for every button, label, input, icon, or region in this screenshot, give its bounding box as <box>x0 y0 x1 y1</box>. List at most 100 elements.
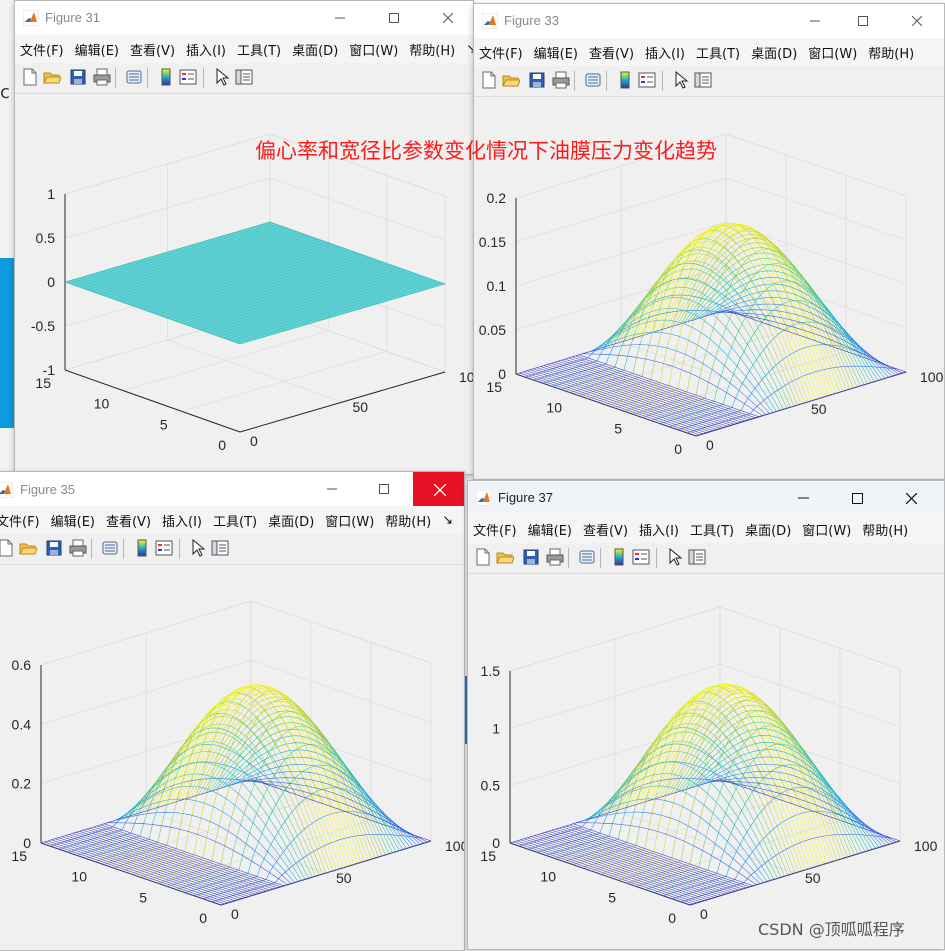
minimize-icon <box>797 497 809 499</box>
print-icon[interactable] <box>69 539 87 557</box>
close-button[interactable] <box>425 1 471 35</box>
pointer-icon[interactable] <box>672 71 690 89</box>
menu-view[interactable]: 查看(V) <box>583 520 628 539</box>
new-file-icon[interactable] <box>21 68 39 86</box>
watermark: CSDN @顶呱呱程序 <box>758 920 905 939</box>
menu-help[interactable]: 帮助(H) <box>385 511 431 530</box>
colorbar-icon[interactable] <box>616 71 634 89</box>
open-folder-icon[interactable] <box>19 539 37 557</box>
link-plot-icon[interactable] <box>101 539 119 557</box>
menu-window[interactable]: 窗口(W) <box>325 511 374 530</box>
menu-insert[interactable]: 插入(I) <box>186 40 226 59</box>
menu-edit[interactable]: 编辑(E) <box>75 40 119 59</box>
menu-desktop[interactable]: 桌面(D) <box>745 520 791 539</box>
colorbar-icon[interactable] <box>610 548 628 566</box>
menu-window[interactable]: 窗口(W) <box>808 43 857 62</box>
new-file-icon[interactable] <box>474 548 492 566</box>
save-icon[interactable] <box>522 548 540 566</box>
menu-view[interactable]: 查看(V) <box>106 511 151 530</box>
title-bar[interactable]: Figure 35 <box>0 472 464 508</box>
title-bar[interactable]: Figure 37 <box>468 481 944 515</box>
link-plot-icon[interactable] <box>125 68 143 86</box>
link-plot-icon[interactable] <box>578 548 596 566</box>
menu-file[interactable]: 文件(F) <box>479 43 523 62</box>
maximize-button[interactable] <box>840 4 886 38</box>
menu-file[interactable]: 文件(F) <box>20 40 64 59</box>
menu-window[interactable]: 窗口(W) <box>802 520 851 539</box>
legend-icon[interactable] <box>179 68 197 86</box>
save-icon[interactable] <box>69 68 87 86</box>
new-file-icon[interactable] <box>480 71 498 89</box>
property-editor-icon[interactable] <box>694 71 712 89</box>
minimize-button[interactable] <box>780 481 826 515</box>
legend-icon[interactable] <box>155 539 173 557</box>
new-file-icon[interactable] <box>0 539 15 557</box>
y-tick-label: 10 <box>71 869 87 885</box>
menu-edit[interactable]: 编辑(E) <box>528 520 572 539</box>
menu-insert[interactable]: 插入(I) <box>645 43 685 62</box>
maximize-button[interactable] <box>361 472 407 506</box>
mesh-line <box>94 701 306 862</box>
property-editor-icon[interactable] <box>235 68 253 86</box>
property-editor-icon[interactable] <box>211 539 229 557</box>
maximize-button[interactable] <box>834 481 880 515</box>
menu-window[interactable]: 窗口(W) <box>349 40 398 59</box>
colorbar-icon[interactable] <box>157 68 175 86</box>
legend-icon[interactable] <box>638 71 656 89</box>
close-button[interactable] <box>894 4 940 38</box>
menu-insert[interactable]: 插入(I) <box>162 511 202 530</box>
title-bar[interactable]: Figure 31 <box>15 1 473 35</box>
open-folder-icon[interactable] <box>496 548 514 566</box>
menu-edit[interactable]: 编辑(E) <box>51 511 95 530</box>
menu-help[interactable]: 帮助(H) <box>862 520 908 539</box>
menu-tools[interactable]: 工具(T) <box>690 520 734 539</box>
print-icon[interactable] <box>552 71 570 89</box>
colorbar-icon[interactable] <box>133 539 151 557</box>
y-axis-line <box>64 369 241 433</box>
menu-tools[interactable]: 工具(T) <box>213 511 257 530</box>
menu-file[interactable]: 文件(F) <box>473 520 517 539</box>
legend-icon[interactable] <box>632 548 650 566</box>
figure-window-33[interactable]: Figure 33 文件(F) 编辑(E) 查看(V) 插入(I) 工具(T) … <box>473 3 945 480</box>
open-folder-icon[interactable] <box>502 71 520 89</box>
property-editor-icon[interactable] <box>688 548 706 566</box>
y-tick-label: 15 <box>11 848 27 864</box>
menu-help[interactable]: 帮助(H) <box>868 43 914 62</box>
menu-view[interactable]: 查看(V) <box>130 40 175 59</box>
pointer-icon[interactable] <box>666 548 684 566</box>
figure-window-37[interactable]: Figure 37 文件(F) 编辑(E) 查看(V) 插入(I) 工具(T) … <box>467 480 945 950</box>
close-button[interactable] <box>413 472 464 508</box>
menu-tools[interactable]: 工具(T) <box>696 43 740 62</box>
close-button[interactable] <box>888 481 934 515</box>
minimize-button[interactable] <box>309 472 355 506</box>
minimize-icon <box>327 488 337 490</box>
menu-bar: 文件(F) 编辑(E) 查看(V) 插入(I) 工具(T) 桌面(D) 窗口(W… <box>474 38 944 66</box>
menu-tools[interactable]: 工具(T) <box>237 40 281 59</box>
pointer-icon[interactable] <box>213 68 231 86</box>
figure-window-31[interactable]: Figure 31 文件(F) 编辑(E) 查看(V) 插入(I) 工具(T) … <box>14 0 474 475</box>
matlab-logo-icon <box>0 482 13 498</box>
menu-edit[interactable]: 编辑(E) <box>534 43 578 62</box>
save-icon[interactable] <box>45 539 63 557</box>
menu-desktop[interactable]: 桌面(D) <box>268 511 314 530</box>
menu-view[interactable]: 查看(V) <box>589 43 634 62</box>
maximize-button[interactable] <box>371 1 417 35</box>
menu-overflow-icon[interactable]: ↘ <box>442 513 453 528</box>
y-tick-label: 15 <box>486 379 502 395</box>
save-icon[interactable] <box>528 71 546 89</box>
open-folder-icon[interactable] <box>43 68 61 86</box>
title-bar[interactable]: Figure 33 <box>474 4 944 38</box>
link-plot-icon[interactable] <box>584 71 602 89</box>
print-icon[interactable] <box>546 548 564 566</box>
menu-desktop[interactable]: 桌面(D) <box>292 40 338 59</box>
z-tick-label: 0.5 <box>481 778 501 794</box>
figure-window-35[interactable]: Figure 35 文件(F) 编辑(E) 查看(V) 插入(I) 工具(T) … <box>0 471 465 951</box>
menu-insert[interactable]: 插入(I) <box>639 520 679 539</box>
menu-desktop[interactable]: 桌面(D) <box>751 43 797 62</box>
minimize-button[interactable] <box>792 4 838 38</box>
print-icon[interactable] <box>93 68 111 86</box>
pointer-icon[interactable] <box>189 539 207 557</box>
menu-file[interactable]: 文件(F) <box>0 511 40 530</box>
minimize-button[interactable] <box>317 1 363 35</box>
menu-help[interactable]: 帮助(H) <box>409 40 455 59</box>
